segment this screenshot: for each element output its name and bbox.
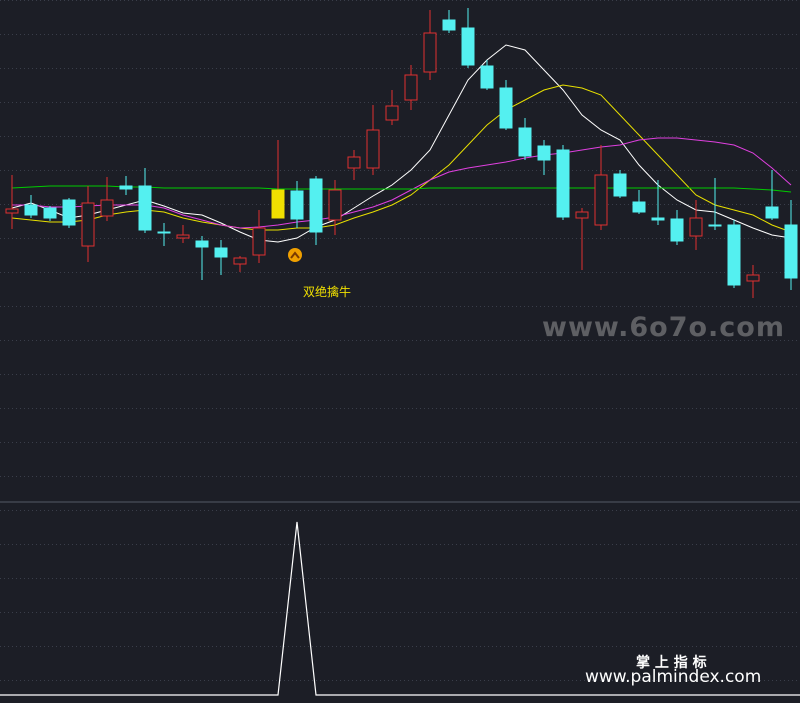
- ma-line-2: [12, 137, 792, 229]
- ma-line-0: [11, 44, 792, 243]
- main-chart: 双绝擒牛: [0, 0, 800, 696]
- candle-body: [290, 190, 304, 220]
- watermark-site-2: www.palmindex.com: [585, 667, 762, 687]
- candle-body: [5, 208, 19, 214]
- candle-body: [214, 247, 228, 258]
- candle-body: [366, 129, 380, 169]
- candle-body: [537, 145, 551, 161]
- candle-body: [81, 202, 95, 247]
- candle-body: [651, 217, 665, 221]
- candle-body: [62, 199, 76, 226]
- ma-line-1: [11, 84, 792, 233]
- candle-body: [746, 274, 760, 282]
- buy-signal-marker: [288, 248, 302, 262]
- candle-body: [575, 211, 589, 219]
- candle-body: [328, 189, 342, 221]
- candle-body: [556, 149, 570, 218]
- candle-body: [613, 173, 627, 197]
- candle-body: [24, 204, 38, 216]
- candle-body: [594, 174, 608, 226]
- candle-body: [423, 32, 437, 73]
- candle-body: [442, 19, 456, 31]
- candle-body: [404, 74, 418, 101]
- candle-body: [632, 201, 646, 213]
- candle-body: [195, 240, 209, 248]
- candle-body: [480, 65, 494, 89]
- candle-body: [727, 224, 741, 286]
- candle-body: [518, 127, 532, 157]
- signal-annotation: 双绝擒牛: [303, 284, 351, 299]
- candle-body: [252, 227, 266, 256]
- candle-body: [176, 234, 190, 239]
- watermark-site-1: www.6o7o.com: [542, 312, 785, 343]
- candle-body: [461, 27, 475, 66]
- candle-body: [784, 224, 798, 279]
- candle-body: [689, 217, 703, 237]
- marker-circle: [288, 248, 302, 262]
- moving-average-lines: [11, 44, 792, 243]
- candlesticks: [5, 8, 798, 298]
- candle-body: [499, 87, 513, 129]
- candle-body: [309, 178, 323, 233]
- candle-body: [157, 231, 171, 234]
- candle-body: [347, 156, 361, 169]
- candle-body: [138, 185, 152, 231]
- candle-body: [119, 185, 133, 190]
- candle-body: [271, 189, 285, 219]
- candle-body: [100, 199, 114, 217]
- candle-body: [708, 224, 722, 227]
- candle-body: [765, 206, 779, 219]
- candle-body: [43, 207, 57, 219]
- candle-body: [385, 105, 399, 121]
- candle-body: [670, 218, 684, 242]
- candle-body: [233, 257, 247, 265]
